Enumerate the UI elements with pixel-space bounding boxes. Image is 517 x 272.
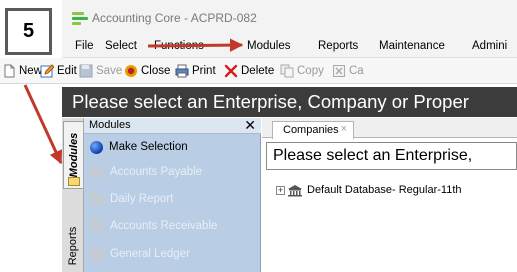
tab-close-icon[interactable]: × [341, 123, 347, 135]
menu-bar: File Select Functions Modules Reports Ma… [62, 36, 517, 58]
step-callout: 5 [5, 8, 52, 55]
cancel-icon [332, 64, 346, 78]
menu-modules[interactable]: Modules [247, 40, 290, 52]
modules-folder-icon [68, 177, 80, 186]
module-item-daily-report[interactable]: Daily Report [90, 189, 173, 209]
tree-row-label: Default Database- Regular-11th [307, 184, 462, 196]
edit-icon [40, 64, 55, 78]
modules-panel: Modules ✕ Make Selection Accounts Payabl… [84, 117, 261, 272]
folder-icon [90, 191, 104, 205]
side-tab-strip: Modules Reports [62, 118, 84, 272]
database-icon [287, 184, 303, 197]
tab-companies[interactable]: Companies × [272, 121, 354, 139]
delete-button[interactable]: Delete [224, 63, 274, 79]
folder-icon [90, 246, 104, 260]
print-button[interactable]: Print [175, 63, 216, 79]
content-area: Companies × Please select an Enterprise,… [262, 118, 517, 272]
content-header: Please select an Enterprise, [266, 142, 517, 170]
tab-companies-label: Companies [283, 124, 339, 136]
side-tab-reports-label: Reports [67, 226, 79, 266]
cancel-button[interactable]: Ca [332, 63, 364, 79]
save-icon [79, 64, 93, 78]
close-icon [124, 64, 138, 78]
arrow-to-modules-tab [23, 84, 63, 165]
menu-maintenance[interactable]: Maintenance [379, 40, 445, 52]
menu-select[interactable]: Select [105, 40, 137, 52]
side-tab-reports[interactable]: Reports [63, 222, 83, 270]
step-number: 5 [22, 20, 35, 42]
module-item-accounts-payable[interactable]: Accounts Payable [90, 162, 202, 182]
tree-expand-icon[interactable]: + [276, 185, 285, 195]
side-tab-modules[interactable]: Modules [63, 121, 83, 189]
selection-banner: Please select an Enterprise, Company or … [62, 87, 517, 117]
edit-button[interactable]: Edit [40, 63, 77, 79]
printer-icon [175, 64, 189, 78]
tree-row-default-database[interactable]: + Default Database- Regular-11th [276, 183, 462, 197]
close-icon[interactable]: ✕ [244, 117, 256, 134]
save-button[interactable]: Save [79, 63, 122, 79]
app-logo-icon [72, 11, 88, 25]
delete-icon [224, 64, 238, 78]
menu-file[interactable]: File [75, 40, 94, 52]
folder-icon [90, 218, 104, 232]
module-item-general-ledger[interactable]: General Ledger [90, 244, 190, 264]
folder-icon [90, 164, 104, 178]
document-tab-strip: Companies × [262, 118, 517, 139]
module-item-accounts-receivable[interactable]: Accounts Receivable [90, 216, 217, 236]
window-title-bar: Accounting Core - ACPRD-082 [62, 0, 517, 36]
side-tab-modules-label: Modules [67, 132, 80, 178]
copy-button[interactable]: Copy [280, 63, 324, 79]
menu-functions[interactable]: Functions [154, 40, 204, 52]
new-document-icon [2, 64, 16, 78]
modules-panel-title: Modules [89, 119, 131, 131]
banner-text: Please select an Enterprise, Company or … [72, 91, 469, 112]
new-button[interactable]: New [2, 63, 42, 79]
toolbar: New Edit Save Close Print Delete Copy Ca [0, 58, 517, 84]
menu-administration[interactable]: Admini [472, 40, 507, 52]
copy-icon [280, 64, 294, 78]
window-title: Accounting Core - ACPRD-082 [92, 11, 257, 25]
content-header-text: Please select an Enterprise, [273, 147, 473, 164]
menu-reports[interactable]: Reports [318, 40, 358, 52]
close-button[interactable]: Close [124, 63, 170, 79]
modules-panel-header: Modules ✕ [84, 117, 261, 134]
module-item-make-selection[interactable]: Make Selection [90, 137, 188, 157]
globe-icon [90, 140, 103, 154]
